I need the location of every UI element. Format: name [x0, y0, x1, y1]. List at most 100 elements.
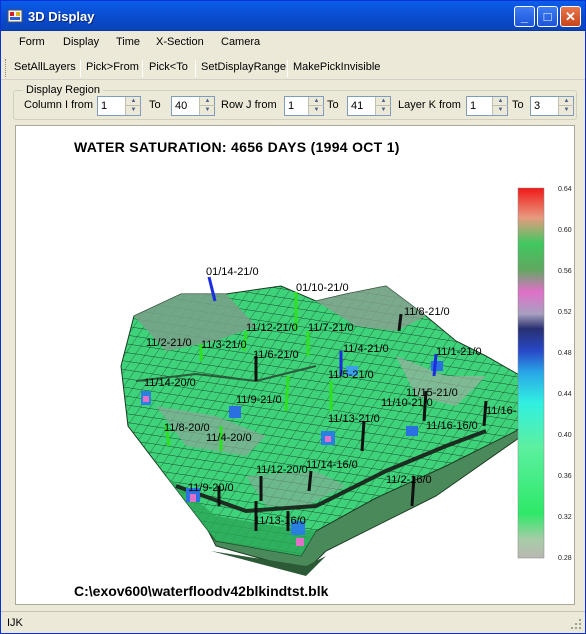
- spin-down-icon[interactable]: ▼: [376, 106, 391, 115]
- reservoir-3d-scene[interactable]: 01/14-21/0 01/10-21/0 11/8-21/0 11/12-21…: [16, 126, 576, 606]
- app-window: 3D Display _ □ ✕ Form Display Time X-Sec…: [0, 0, 586, 634]
- well-label: 11/16-: [486, 405, 517, 417]
- well-label: 11/9-21/0: [236, 394, 282, 406]
- file-path: C:\exov600\waterfloodv42blkindtst.blk: [74, 583, 329, 599]
- well-label: 11/13-21/0: [328, 413, 380, 425]
- spin-up-icon[interactable]: ▲: [559, 97, 574, 106]
- column-to-label: To: [149, 99, 161, 111]
- layer-from-spin[interactable]: ▲ ▼: [492, 97, 508, 115]
- spin-up-icon[interactable]: ▲: [376, 97, 391, 106]
- well-label: 11/1-21/0: [436, 346, 482, 358]
- well-label: 11/9-20/0: [188, 482, 234, 494]
- spin-down-icon[interactable]: ▼: [493, 106, 508, 115]
- row-to-label: To: [327, 99, 339, 111]
- well-stick: [284, 375, 290, 412]
- well-label: 11/8-21/0: [404, 306, 450, 318]
- color-scale-label: 0.52: [558, 309, 572, 316]
- row-from-stepper[interactable]: 1 ▲ ▼: [284, 96, 324, 116]
- spin-up-icon[interactable]: ▲: [126, 97, 141, 106]
- color-scale-label: 0.44: [558, 391, 572, 398]
- 3d-viewport[interactable]: WATER SATURATION: 4656 DAYS (1994 OCT 1): [15, 125, 575, 605]
- column-to-spin[interactable]: ▲ ▼: [199, 97, 215, 115]
- well-stick: [397, 313, 403, 332]
- well-label: 01/10-21/0: [296, 282, 349, 294]
- spin-down-icon[interactable]: ▼: [126, 106, 141, 115]
- row-from-value: 1: [288, 100, 295, 112]
- row-from-spin[interactable]: ▲ ▼: [308, 97, 324, 115]
- well-label: 11/14-16/0: [306, 459, 358, 471]
- spin-down-icon[interactable]: ▼: [200, 106, 215, 115]
- color-scale-label: 0.32: [558, 514, 572, 521]
- color-scale-label: 0.28: [558, 555, 572, 562]
- toolbar-grip[interactable]: [5, 59, 8, 77]
- menu-bar: Form Display Time X-Section Camera: [1, 32, 585, 54]
- menu-form[interactable]: Form: [19, 36, 45, 48]
- well-label: 11/2-21/0: [146, 337, 192, 349]
- menu-x-section[interactable]: X-Section: [156, 36, 204, 48]
- well-label: 11/8-20/0: [164, 422, 210, 434]
- spin-up-icon[interactable]: ▲: [493, 97, 508, 106]
- well-label: 11/12-21/0: [246, 322, 298, 334]
- color-scale-label: 0.36: [558, 473, 572, 480]
- well-stick: [307, 470, 313, 492]
- tool-bar: SetAllLayers Pick>From Pick<To SetDispla…: [1, 56, 585, 80]
- pick-to-button[interactable]: Pick<To: [149, 61, 188, 73]
- minimize-button[interactable]: _: [514, 6, 535, 27]
- layer-to-value: 3: [534, 100, 541, 112]
- pick-from-button[interactable]: Pick>From: [86, 61, 139, 73]
- set-all-layers-button[interactable]: SetAllLayers: [14, 61, 76, 73]
- row-to-stepper[interactable]: 41 ▲ ▼: [347, 96, 391, 116]
- window-title: 3D Display: [28, 9, 95, 24]
- status-text: IJK: [7, 617, 23, 629]
- title-bar[interactable]: 3D Display _ □ ✕: [1, 1, 585, 31]
- column-to-stepper[interactable]: 40 ▲ ▼: [171, 96, 215, 116]
- well-label: 11/3-21/0: [201, 339, 247, 351]
- spin-up-icon[interactable]: ▲: [309, 97, 324, 106]
- toolbar-separator: [195, 60, 196, 77]
- layer-from-label: Layer K from: [398, 99, 461, 111]
- menu-display[interactable]: Display: [63, 36, 99, 48]
- layer-to-label: To: [512, 99, 524, 111]
- color-scale-bar: [517, 187, 545, 559]
- well-label: 11/4-20/0: [206, 432, 252, 444]
- menu-camera[interactable]: Camera: [221, 36, 260, 48]
- resize-grip-icon[interactable]: [570, 618, 582, 630]
- color-scale-label: 0.56: [558, 268, 572, 275]
- maximize-button[interactable]: □: [537, 6, 558, 27]
- column-from-spin[interactable]: ▲ ▼: [125, 97, 141, 115]
- spin-down-icon[interactable]: ▼: [559, 106, 574, 115]
- well-label: 11/5-21/0: [328, 369, 374, 381]
- well-label: 11/13-16/0: [254, 515, 306, 527]
- toolbar-separator: [80, 60, 81, 77]
- well-label: 11/6-21/0: [253, 349, 299, 361]
- column-from-stepper[interactable]: 1 ▲ ▼: [97, 96, 141, 116]
- color-scale-label: 0.48: [558, 350, 572, 357]
- set-display-range-button[interactable]: SetDisplayRange: [201, 61, 286, 73]
- well-label: 01/14-21/0: [206, 266, 259, 278]
- column-to-value: 40: [175, 100, 188, 112]
- menu-time[interactable]: Time: [116, 36, 140, 48]
- well-label: 11/12-20/0: [256, 464, 308, 476]
- row-to-spin[interactable]: ▲ ▼: [375, 97, 391, 115]
- color-scale-label: 0.40: [558, 432, 572, 439]
- layer-from-value: 1: [470, 100, 477, 112]
- make-pick-invisible-button[interactable]: MakePickInvisible: [293, 61, 380, 73]
- well-label: 11/7-21/0: [308, 322, 354, 334]
- column-from-label: Column I from: [24, 99, 94, 111]
- display-region-title: Display Region: [23, 84, 103, 96]
- toolbar-separator: [142, 60, 143, 77]
- toolbar-separator: [287, 60, 288, 77]
- row-to-value: 41: [351, 100, 364, 112]
- well-label: 11/2-16/0: [386, 474, 432, 486]
- color-scale-label: 0.60: [558, 227, 572, 234]
- layer-to-stepper[interactable]: 3 ▲ ▼: [530, 96, 574, 116]
- close-button[interactable]: ✕: [560, 6, 581, 27]
- spin-up-icon[interactable]: ▲: [200, 97, 215, 106]
- layer-to-spin[interactable]: ▲ ▼: [558, 97, 574, 115]
- layer-from-stepper[interactable]: 1 ▲ ▼: [466, 96, 508, 116]
- well-stick: [360, 420, 366, 452]
- app-icon: [7, 9, 23, 23]
- status-bar: IJK: [1, 611, 585, 633]
- spin-down-icon[interactable]: ▼: [309, 106, 324, 115]
- well-label: 11/10-21/0: [381, 397, 433, 409]
